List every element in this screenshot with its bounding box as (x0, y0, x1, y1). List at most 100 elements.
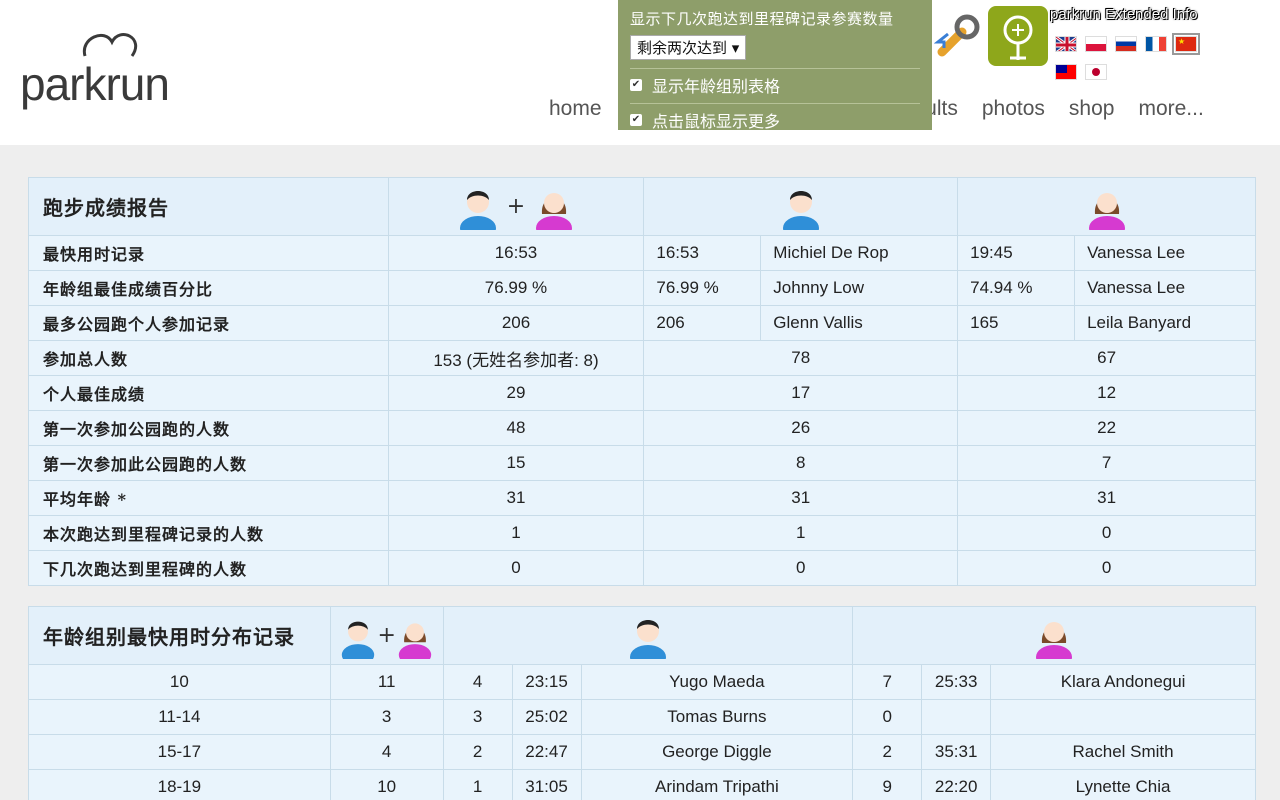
checkbox-age-table[interactable]: ✔ (630, 79, 642, 91)
row-label: 第一次参加此公园跑的人数 (28, 445, 389, 481)
run-report-table: 跑步成绩报告 + 最快用时记录 16:53 16:53 Michiel De R… (28, 177, 1256, 586)
age-row: 11-14 3 3 25:02 Tomas Burns 0 (28, 699, 1256, 735)
male-count: 3 (442, 699, 513, 735)
flag-tw-icon[interactable] (1055, 64, 1077, 80)
female-runner-name[interactable]: Lynette Chia (990, 769, 1256, 800)
male-value: 78 (643, 340, 959, 376)
female-runner-name[interactable]: Klara Andonegui (990, 664, 1256, 700)
female-value: 0 (957, 515, 1256, 551)
male-time: 23:15 (511, 664, 582, 700)
male-runner-name[interactable]: Glenn Vallis (760, 305, 959, 341)
all-count: 11 (329, 664, 444, 700)
female-runner-name[interactable]: Vanessa Lee (1074, 270, 1256, 306)
female-header (852, 606, 1256, 669)
male-count: 2 (442, 734, 513, 770)
all-value: 48 (387, 410, 645, 446)
row-label: 平均年龄 * (28, 480, 389, 516)
age-group: 11-14 (28, 699, 331, 735)
female-avatar-icon (536, 192, 573, 240)
male-runner-name[interactable]: George Diggle (580, 734, 854, 770)
male-count: 4 (442, 664, 513, 700)
female-value: 0 (957, 550, 1256, 586)
male-runner-name[interactable]: Michiel De Rop (760, 235, 959, 271)
magnifier-tree-icon (1003, 15, 1033, 60)
female-value: 19:45 (957, 235, 1076, 271)
row-label: 年龄组最佳成绩百分比 (28, 270, 389, 306)
female-runner-name[interactable]: Rachel Smith (990, 734, 1256, 770)
nav-home[interactable]: home (549, 97, 602, 123)
report-title: 跑步成绩报告 (28, 177, 389, 236)
report-row: 第一次参加此公园跑的人数 15 8 7 (28, 445, 1256, 481)
male-avatar-icon (782, 190, 819, 240)
checkbox-click-more[interactable]: ✔ (630, 114, 642, 126)
male-time: 25:02 (511, 699, 582, 735)
wrench-icon[interactable] (934, 12, 984, 62)
report-row: 下几次跑达到里程碑的人数 0 0 0 (28, 550, 1256, 586)
all-count: 3 (329, 699, 444, 735)
nav-shop[interactable]: shop (1069, 97, 1115, 123)
male-value: 8 (643, 445, 959, 481)
flag-pl-icon[interactable] (1085, 36, 1107, 52)
report-row: 最快用时记录 16:53 16:53 Michiel De Rop 19:45 … (28, 235, 1256, 271)
report-row: 个人最佳成绩 29 17 12 (28, 375, 1256, 411)
all-value: 29 (387, 375, 645, 411)
report-row: 最多公园跑个人参加记录 206 206 Glenn Vallis 165 Lei… (28, 305, 1256, 341)
report-row: 年龄组最佳成绩百分比 76.99 % 76.99 % Johnny Low 74… (28, 270, 1256, 306)
all-value: 15 (387, 445, 645, 481)
all-runners-header: + (329, 606, 444, 666)
male-value: 31 (643, 480, 959, 516)
male-value: 26 (643, 410, 959, 446)
option-age-table[interactable]: ✔ 显示年龄组别表格 (630, 68, 920, 97)
flag-fr-icon[interactable] (1145, 36, 1167, 52)
age-group: 15-17 (28, 734, 331, 770)
option-click-more[interactable]: ✔ 点击鼠标显示更多 (630, 103, 920, 132)
flag-cn-icon[interactable]: ★ (1172, 33, 1200, 55)
female-header (957, 177, 1256, 240)
language-flags: ★ (1055, 33, 1215, 92)
milestone-select[interactable]: 剩余两次达到 ▾ (630, 35, 747, 60)
row-label: 下几次跑达到里程碑的人数 (28, 550, 389, 586)
age-group: 18-19 (28, 769, 331, 800)
flag-ru-icon[interactable] (1115, 36, 1137, 52)
extended-info-button[interactable] (988, 6, 1048, 66)
milestone-setting-title: 显示下几次跑达到里程碑记录参赛数量 (630, 10, 894, 28)
male-value: 0 (643, 550, 959, 586)
male-value: 17 (643, 375, 959, 411)
male-value: 1 (643, 515, 959, 551)
male-runner-name[interactable]: Yugo Maeda (580, 664, 854, 700)
female-value: 67 (957, 340, 1256, 376)
male-header (442, 606, 854, 669)
flag-jp-icon[interactable] (1085, 64, 1107, 80)
age-row: 10 11 4 23:15 Yugo Maeda 7 25:33 Klara A… (28, 664, 1256, 700)
parkrun-logo[interactable]: parkrun (20, 28, 205, 118)
male-avatar-icon (342, 621, 375, 666)
female-runner-name[interactable]: Vanessa Lee (1074, 235, 1256, 271)
nav-more[interactable]: more... (1138, 97, 1203, 123)
nav-photos[interactable]: photos (982, 97, 1045, 123)
female-time (921, 699, 992, 735)
male-runner-name[interactable]: Tomas Burns (580, 699, 854, 735)
age-table-title: 年龄组别最快用时分布记录 (28, 606, 331, 665)
extended-info-title: parkrun Extended Info (1050, 6, 1198, 23)
female-value: 31 (957, 480, 1256, 516)
all-count: 4 (329, 734, 444, 770)
male-runner-name[interactable]: Johnny Low (760, 270, 959, 306)
row-label: 本次跑达到里程碑记录的人数 (28, 515, 389, 551)
female-count: 2 (852, 734, 923, 770)
male-avatar-icon (629, 619, 666, 669)
female-runner-name[interactable]: Leila Banyard (1074, 305, 1256, 341)
female-value: 74.94 % (957, 270, 1076, 306)
female-time: 22:20 (921, 769, 992, 800)
all-value: 31 (387, 480, 645, 516)
female-value: 7 (957, 445, 1256, 481)
male-value: 76.99 % (643, 270, 762, 306)
option-age-table-label: 显示年龄组别表格 (652, 77, 781, 96)
flag-gb-icon[interactable] (1055, 36, 1077, 52)
female-runner-name[interactable] (990, 699, 1256, 735)
male-avatar-icon (459, 190, 496, 240)
male-count: 1 (442, 769, 513, 800)
all-count: 10 (329, 769, 444, 800)
report-row: 参加总人数 153 (无姓名参加者: 8) 78 67 (28, 340, 1256, 376)
male-runner-name[interactable]: Arindam Tripathi (580, 769, 854, 800)
row-label: 参加总人数 (28, 340, 389, 376)
